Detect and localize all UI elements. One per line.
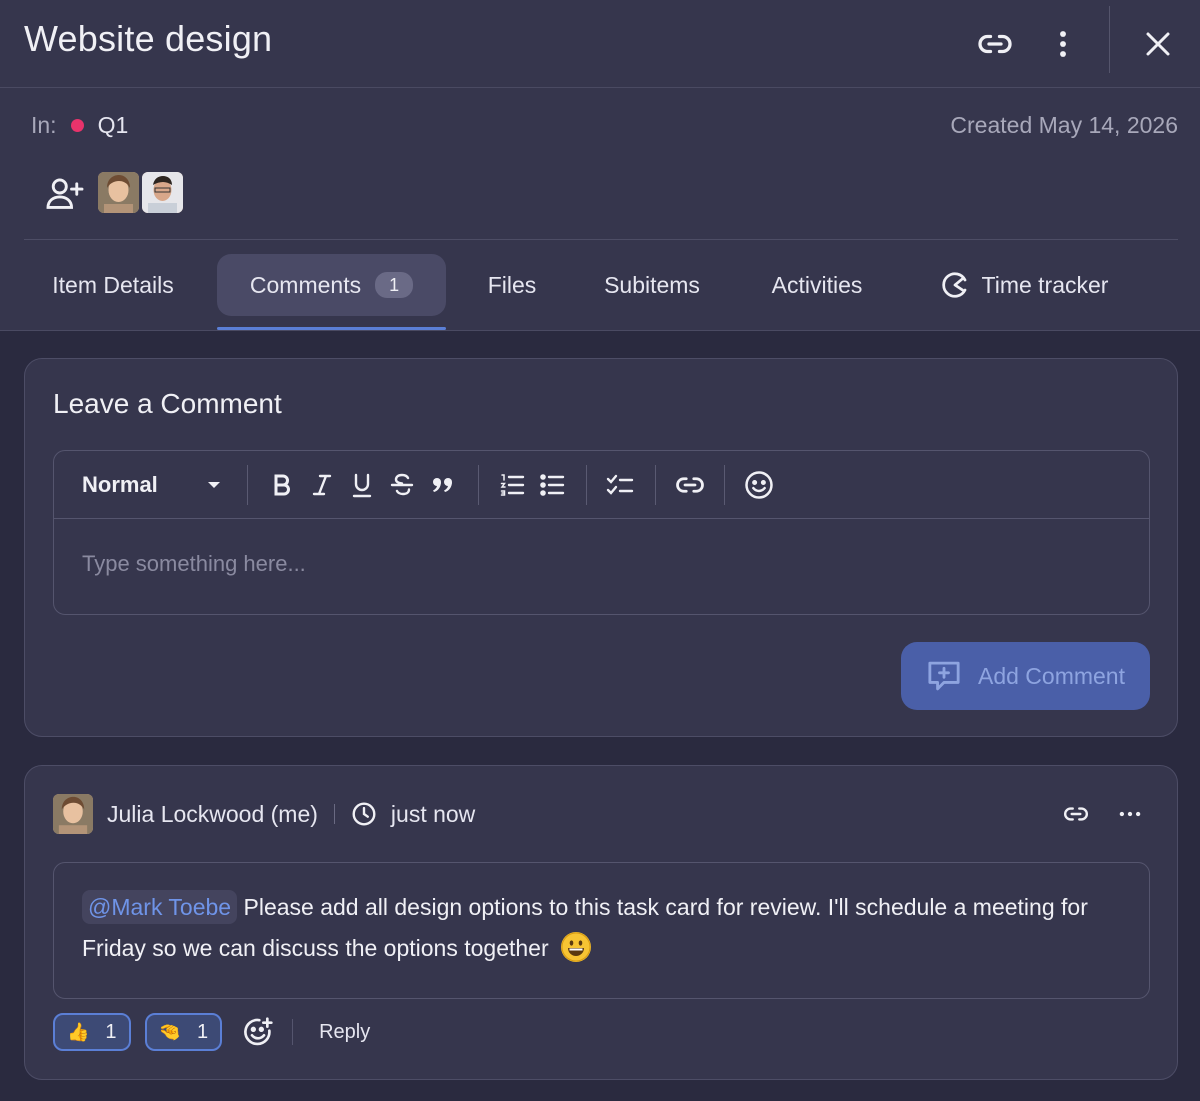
chevron-down-icon [208,482,220,488]
close-button[interactable] [1134,20,1182,68]
add-person-button[interactable] [44,173,86,213]
tab-label: Subitems [604,271,700,298]
tab-label: Item Details [52,271,174,298]
comment-more-button[interactable] [1112,796,1148,832]
comment-editor: Normal Type something here... [53,450,1150,615]
created-date: Created May 14, 2026 [950,112,1178,138]
item-location: In: Q1 [31,112,128,139]
tab-comments[interactable]: Comments 1 [217,254,446,316]
quote-button[interactable] [427,469,459,501]
user-mention[interactable]: @Mark Toebe [82,890,238,924]
comment-composer: Leave a Comment Normal Type something he… [24,358,1178,737]
comment-header: Julia Lockwood (me) just now [53,794,475,834]
comments-count-badge: 1 [375,272,414,298]
checklist-button[interactable] [604,469,636,501]
toolbar-divider [655,465,656,505]
add-reaction-icon [244,1017,273,1046]
section-divider [24,239,1178,240]
comment-card: Julia Lockwood (me) just now @Mark Toebe… [24,765,1178,1080]
emoji-icon [745,471,773,499]
tab-time-tracker[interactable]: Time tracker [924,254,1124,316]
more-options-button[interactable] [1039,20,1087,68]
copy-link-button[interactable] [971,20,1019,68]
bold-button[interactable] [266,469,298,501]
bullet-list-button[interactable] [536,469,568,501]
text-format-value: Normal [82,472,158,497]
reaction-count: 1 [196,1020,209,1043]
close-icon [1146,32,1170,56]
bold-icon [274,474,290,496]
panel-header: Website design [0,0,1200,88]
clock-icon [352,802,376,826]
link-icon [676,477,704,493]
tab-item-details[interactable]: Item Details [24,254,202,316]
underline-button[interactable] [346,469,378,501]
group-color-dot [70,119,84,132]
reactions-separator [292,1019,294,1045]
active-tab-indicator [217,327,446,330]
composer-title: Leave a Comment [53,388,282,419]
item-title[interactable]: Website design [24,18,272,60]
tab-subitems[interactable]: Subitems [586,254,718,316]
tab-label: Comments [249,271,362,298]
header-divider [1109,6,1110,73]
tab-files[interactable]: Files [462,254,562,316]
reply-button[interactable]: Reply [319,1021,370,1044]
tab-label: Activities [771,271,863,298]
toolbar-divider [586,465,587,505]
comment-author[interactable]: Julia Lockwood (me) [107,801,318,828]
in-label: In: [31,112,57,138]
insert-link-button[interactable] [673,469,707,501]
emoji-button[interactable] [742,469,776,501]
toolbar-divider [247,465,248,505]
checklist-icon [606,474,634,495]
avatar[interactable] [53,794,93,834]
reactions-bar: 👍 1 🤏 1 Reply [53,1013,370,1051]
toolbar-divider [478,465,479,505]
editor-toolbar: Normal [54,451,1149,519]
time-tracker-icon [941,272,966,298]
add-person-icon [46,177,84,209]
comment-link-button[interactable] [1058,796,1094,832]
tab-label: Files [487,271,537,298]
ordered-list-icon [500,474,525,496]
text-format-select[interactable]: Normal [82,469,222,501]
quote-icon [433,478,452,492]
more-vertical-icon [1060,31,1066,57]
reaction-count: 1 [105,1020,117,1043]
italic-icon [312,474,332,496]
comment-time: just now [390,800,476,827]
assignees [44,172,186,213]
comment-input[interactable]: Type something here... [82,551,306,577]
more-horizontal-icon [1119,811,1141,817]
grinning-emoji-icon [561,932,592,962]
tab-label: Time tracker [981,271,1109,298]
add-comment-label: Add Comment [977,662,1125,689]
toolbar-divider [724,465,725,505]
add-reaction-button[interactable] [240,1014,276,1050]
link-icon [978,34,1012,54]
bullet-list-icon [540,474,565,496]
reaction-thumbs-up[interactable]: 👍 1 [53,1013,131,1051]
pinch-emoji: 🤏 [158,1021,181,1042]
link-icon [1064,807,1088,821]
comment-body: @Mark Toebe Please add all design option… [53,862,1150,999]
add-comment-icon [928,661,960,691]
avatar[interactable] [98,172,139,213]
italic-button[interactable] [306,469,338,501]
thumbs-up-emoji: 👍 [67,1021,90,1042]
avatar[interactable] [142,172,183,213]
strikethrough-icon [390,473,414,496]
underline-icon [352,473,372,498]
tab-activities[interactable]: Activities [752,254,882,316]
reaction-pinch[interactable]: 🤏 1 [144,1013,223,1051]
group-name[interactable]: Q1 [98,112,129,139]
header-separator [333,804,335,824]
strikethrough-button[interactable] [386,469,418,501]
ordered-list-button[interactable] [496,469,528,501]
add-comment-button[interactable]: Add Comment [901,642,1150,710]
